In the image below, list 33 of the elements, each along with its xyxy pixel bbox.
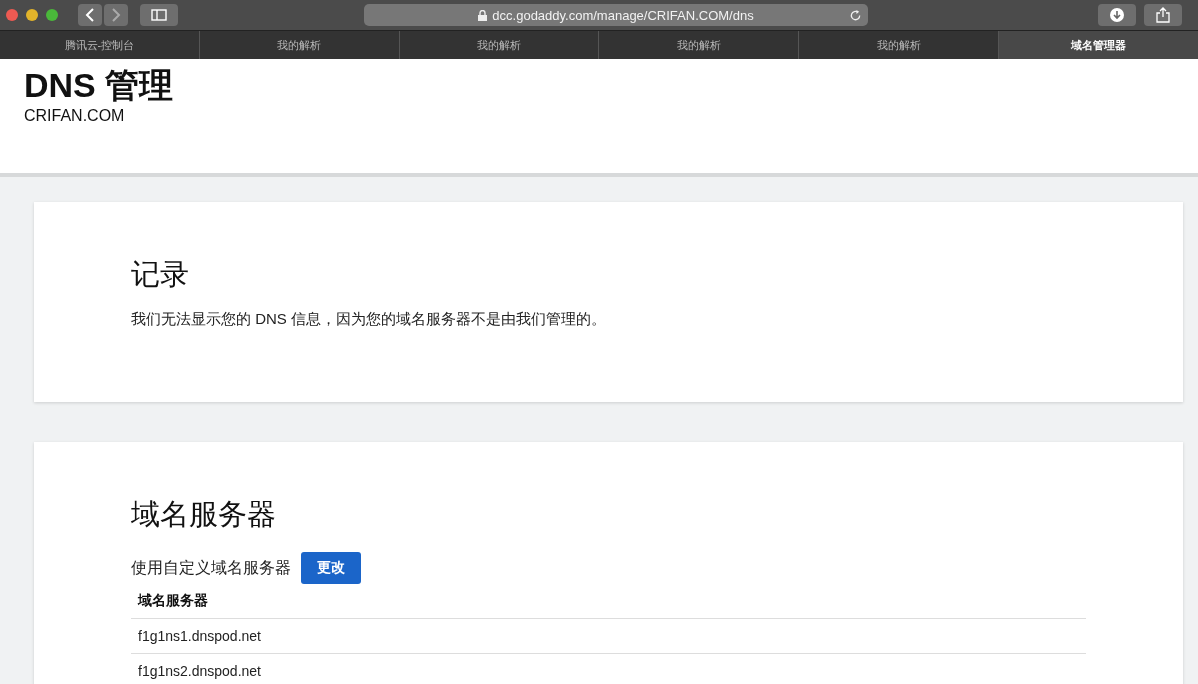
browser-tab[interactable]: 我的解析	[799, 31, 1000, 59]
browser-tab[interactable]: 我的解析	[599, 31, 800, 59]
share-button[interactable]	[1144, 4, 1182, 26]
lock-icon	[478, 9, 488, 21]
chevron-right-icon	[111, 8, 121, 22]
download-button[interactable]	[1098, 4, 1136, 26]
share-icon	[1156, 7, 1170, 23]
browser-tab[interactable]: 我的解析	[199, 31, 400, 59]
url-text: dcc.godaddy.com/manage/CRIFAN.COM/dns	[492, 7, 754, 23]
records-message: 我们无法显示您的 DNS 信息，因为您的域名服务器不是由我们管理的。	[131, 310, 607, 329]
back-button[interactable]	[78, 4, 102, 26]
section-title: 域名服务器	[131, 497, 277, 532]
table-cell: f1g1ns2.dnspod.net	[131, 654, 1086, 684]
close-icon[interactable]	[6, 9, 18, 21]
domain-name: CRIFAN.COM	[24, 107, 126, 125]
page-title: DNS 管理	[24, 65, 175, 106]
browser-tab[interactable]: 域名管理器	[999, 31, 1198, 59]
change-button[interactable]: 更改	[301, 552, 361, 584]
chevron-left-icon	[85, 8, 95, 22]
sidebar-icon	[151, 9, 167, 21]
sidebar-button[interactable]	[140, 4, 178, 26]
table-cell: f1g1ns1.dnspod.net	[131, 619, 1086, 654]
reload-icon[interactable]	[849, 8, 862, 22]
nameserver-status: 使用自定义域名服务器	[131, 557, 291, 578]
address-bar[interactable]: dcc.godaddy.com/manage/CRIFAN.COM/dns	[364, 4, 868, 26]
section-title: 记录	[131, 257, 190, 292]
column-header: 域名服务器	[131, 584, 1086, 619]
zoom-icon[interactable]	[46, 9, 58, 21]
browser-tab[interactable]: 我的解析	[399, 31, 600, 59]
forward-button[interactable]	[104, 4, 128, 26]
download-icon	[1110, 8, 1124, 22]
minimize-icon[interactable]	[26, 9, 38, 21]
browser-tab[interactable]: 腾讯云-控制台	[0, 31, 200, 59]
